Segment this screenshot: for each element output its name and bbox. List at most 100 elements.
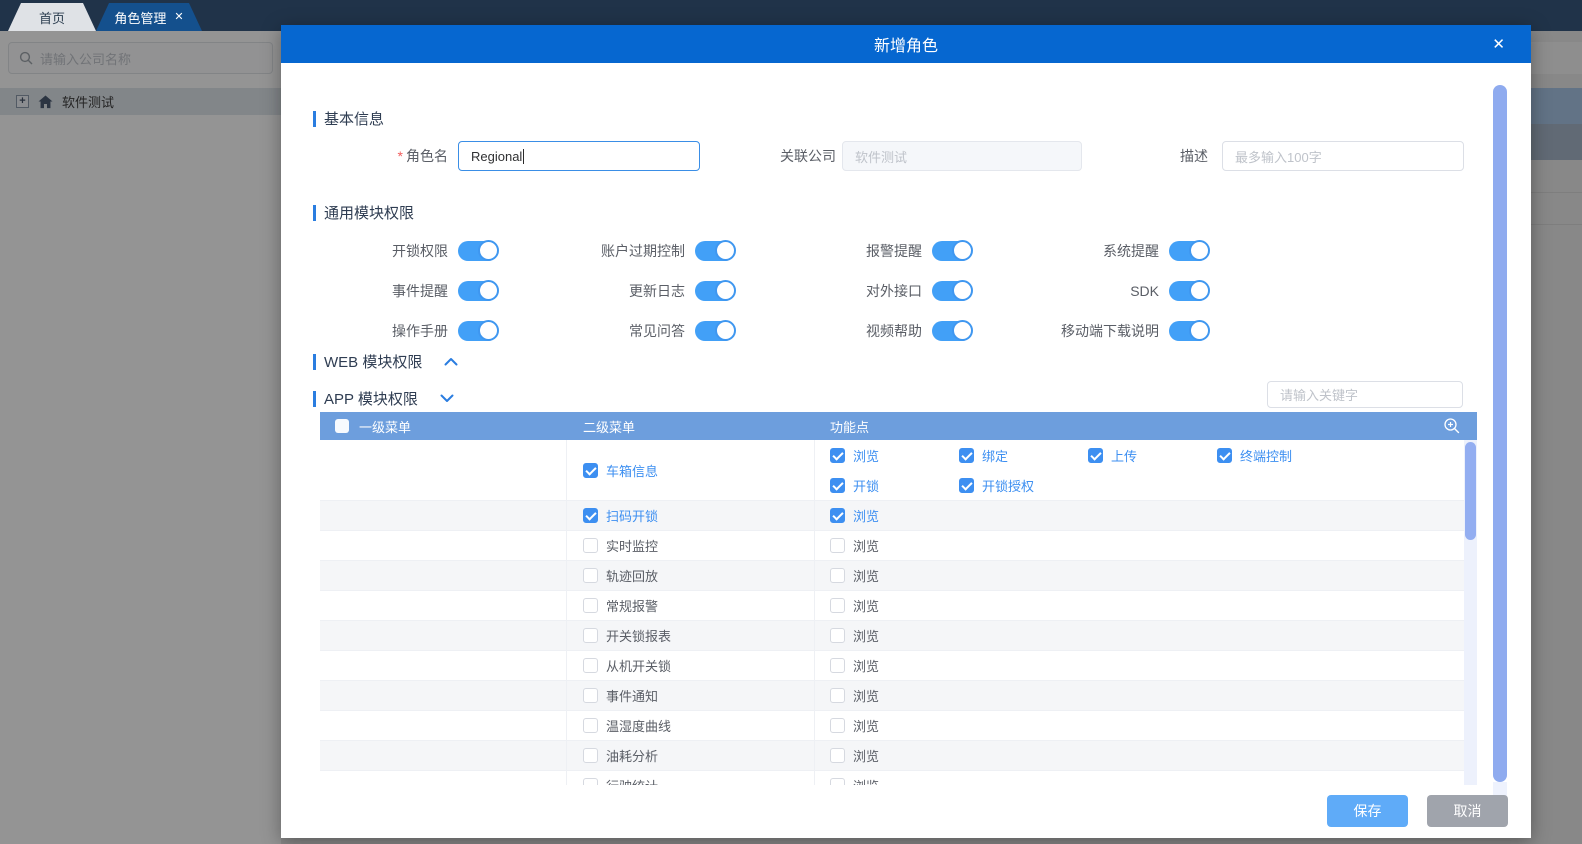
checkbox-icon[interactable] xyxy=(583,598,598,613)
checkbox-icon[interactable] xyxy=(583,538,598,553)
checkbox-icon[interactable] xyxy=(1088,447,1103,463)
permission-toggle-item: 视频帮助 xyxy=(787,320,1024,341)
permission-toggle-item: SDK xyxy=(1024,280,1261,301)
checkbox-label: 扫码开锁 xyxy=(606,509,659,524)
toggle-switch[interactable] xyxy=(932,320,973,341)
table-row: 从机开关锁 浏览 xyxy=(320,651,1464,681)
menu1-cell xyxy=(320,621,567,650)
toggle-switch[interactable] xyxy=(458,320,499,341)
checkbox-icon[interactable] xyxy=(830,447,845,463)
checkbox-icon[interactable] xyxy=(583,748,598,763)
toggle-switch[interactable] xyxy=(458,240,499,261)
table-scrollbar-thumb[interactable] xyxy=(1465,442,1476,540)
expand-app-section[interactable] xyxy=(440,394,454,403)
checkbox-icon[interactable] xyxy=(830,658,845,673)
description-input[interactable]: 最多输入100字 xyxy=(1222,141,1464,171)
tab-role-management[interactable]: 角色管理 ✕ xyxy=(96,3,202,31)
checkbox-icon[interactable] xyxy=(583,688,598,703)
func-checkbox-item[interactable]: 终端控制 xyxy=(1217,440,1346,470)
section-bar xyxy=(313,110,316,127)
func-checkbox-item[interactable]: 浏览 xyxy=(830,501,959,531)
checkbox-icon[interactable] xyxy=(830,718,845,733)
func-checkbox-item[interactable]: 浏览 xyxy=(830,681,959,711)
checkbox-icon[interactable] xyxy=(583,658,598,673)
checkbox-icon[interactable] xyxy=(583,508,598,523)
checkbox-icon[interactable] xyxy=(959,447,974,463)
toggle-switch[interactable] xyxy=(932,240,973,261)
toggle-switch[interactable] xyxy=(458,280,499,301)
menu-checkbox-item[interactable]: 常规报警 xyxy=(583,591,658,621)
func-checkbox-item[interactable]: 上传 xyxy=(1088,440,1217,470)
checkbox-icon[interactable] xyxy=(830,778,845,785)
select-all-checkbox[interactable] xyxy=(335,419,349,433)
zoom-in-icon[interactable] xyxy=(1443,417,1461,435)
menu-checkbox-item[interactable]: 车箱信息 xyxy=(583,455,658,485)
toggle-switch[interactable] xyxy=(695,240,736,261)
checkbox-icon[interactable] xyxy=(830,538,845,553)
checkbox-icon[interactable] xyxy=(583,718,598,733)
role-name-input[interactable]: Regional xyxy=(458,141,700,171)
funcs-cell: 浏览 xyxy=(815,561,1464,590)
checkbox-icon[interactable] xyxy=(583,628,598,643)
checkbox-label: 实时监控 xyxy=(606,539,659,554)
save-button[interactable]: 保存 xyxy=(1327,795,1408,827)
checkbox-label: 浏览 xyxy=(853,689,880,704)
menu1-cell xyxy=(320,591,567,620)
checkbox-icon[interactable] xyxy=(830,568,845,583)
menu-checkbox-item[interactable]: 扫码开锁 xyxy=(583,501,658,531)
checkbox-icon[interactable] xyxy=(830,598,845,613)
menu-checkbox-item[interactable]: 温湿度曲线 xyxy=(583,711,671,741)
toggle-switch[interactable] xyxy=(1169,280,1210,301)
menu-checkbox-item[interactable]: 实时监控 xyxy=(583,531,658,561)
toggle-switch[interactable] xyxy=(1169,240,1210,261)
table-row: 事件通知 浏览 xyxy=(320,681,1464,711)
checkbox-label: 浏览 xyxy=(853,599,880,614)
func-checkbox-item[interactable]: 浏览 xyxy=(830,561,959,591)
func-checkbox-item[interactable]: 浏览 xyxy=(830,591,959,621)
collapse-web-section[interactable] xyxy=(444,357,458,366)
menu-checkbox-item[interactable]: 行驶统计 xyxy=(583,771,658,785)
tab-home[interactable]: 首页 xyxy=(8,3,96,31)
func-checkbox-item[interactable]: 浏览 xyxy=(830,651,959,681)
company-value: 软件测试 xyxy=(855,149,908,165)
toggle-switch[interactable] xyxy=(932,280,973,301)
checkbox-icon[interactable] xyxy=(1217,447,1232,463)
checkbox-icon[interactable] xyxy=(583,462,598,478)
menu1-cell xyxy=(320,771,567,785)
checkbox-icon[interactable] xyxy=(830,628,845,643)
func-checkbox-item[interactable]: 开锁 xyxy=(830,470,959,500)
checkbox-icon[interactable] xyxy=(830,748,845,763)
menu-checkbox-item[interactable]: 事件通知 xyxy=(583,681,658,711)
checkbox-icon[interactable] xyxy=(959,477,974,493)
tab-close-icon[interactable]: ✕ xyxy=(174,12,183,23)
menu-checkbox-item[interactable]: 轨迹回放 xyxy=(583,561,658,591)
keyword-search-input[interactable]: 请输入关键字 xyxy=(1267,381,1463,408)
table-scrollbar[interactable] xyxy=(1464,440,1477,785)
func-checkbox-item[interactable]: 浏览 xyxy=(830,440,959,470)
dialog-scrollbar-thumb[interactable] xyxy=(1493,85,1507,782)
menu-checkbox-item[interactable]: 开关锁报表 xyxy=(583,621,671,651)
checkbox-icon[interactable] xyxy=(830,688,845,703)
cancel-button[interactable]: 取消 xyxy=(1427,795,1508,827)
func-checkbox-item[interactable]: 浏览 xyxy=(830,531,959,561)
func-checkbox-item[interactable]: 浏览 xyxy=(830,771,959,785)
func-checkbox-item[interactable]: 开锁授权 xyxy=(959,470,1088,500)
menu-checkbox-item[interactable]: 油耗分析 xyxy=(583,741,658,771)
checkbox-icon[interactable] xyxy=(830,508,845,523)
dialog-scrollbar[interactable] xyxy=(1493,85,1507,812)
menu2-cell: 开关锁报表 xyxy=(567,621,815,650)
checkbox-icon[interactable] xyxy=(583,778,598,785)
toggle-switch[interactable] xyxy=(695,320,736,341)
dialog-close-icon[interactable]: ✕ xyxy=(1492,25,1505,63)
func-checkbox-item[interactable]: 浏览 xyxy=(830,621,959,651)
func-checkbox-item[interactable]: 浏览 xyxy=(830,711,959,741)
toggle-switch[interactable] xyxy=(695,280,736,301)
func-checkbox-item[interactable]: 绑定 xyxy=(959,440,1088,470)
section-title: APP 模块权限 xyxy=(324,391,418,408)
checkbox-icon[interactable] xyxy=(583,568,598,583)
func-checkbox-item[interactable]: 浏览 xyxy=(830,741,959,771)
funcs-cell: 浏览 xyxy=(815,681,1464,710)
menu-checkbox-item[interactable]: 从机开关锁 xyxy=(583,651,671,681)
toggle-switch[interactable] xyxy=(1169,320,1210,341)
checkbox-icon[interactable] xyxy=(830,477,845,493)
